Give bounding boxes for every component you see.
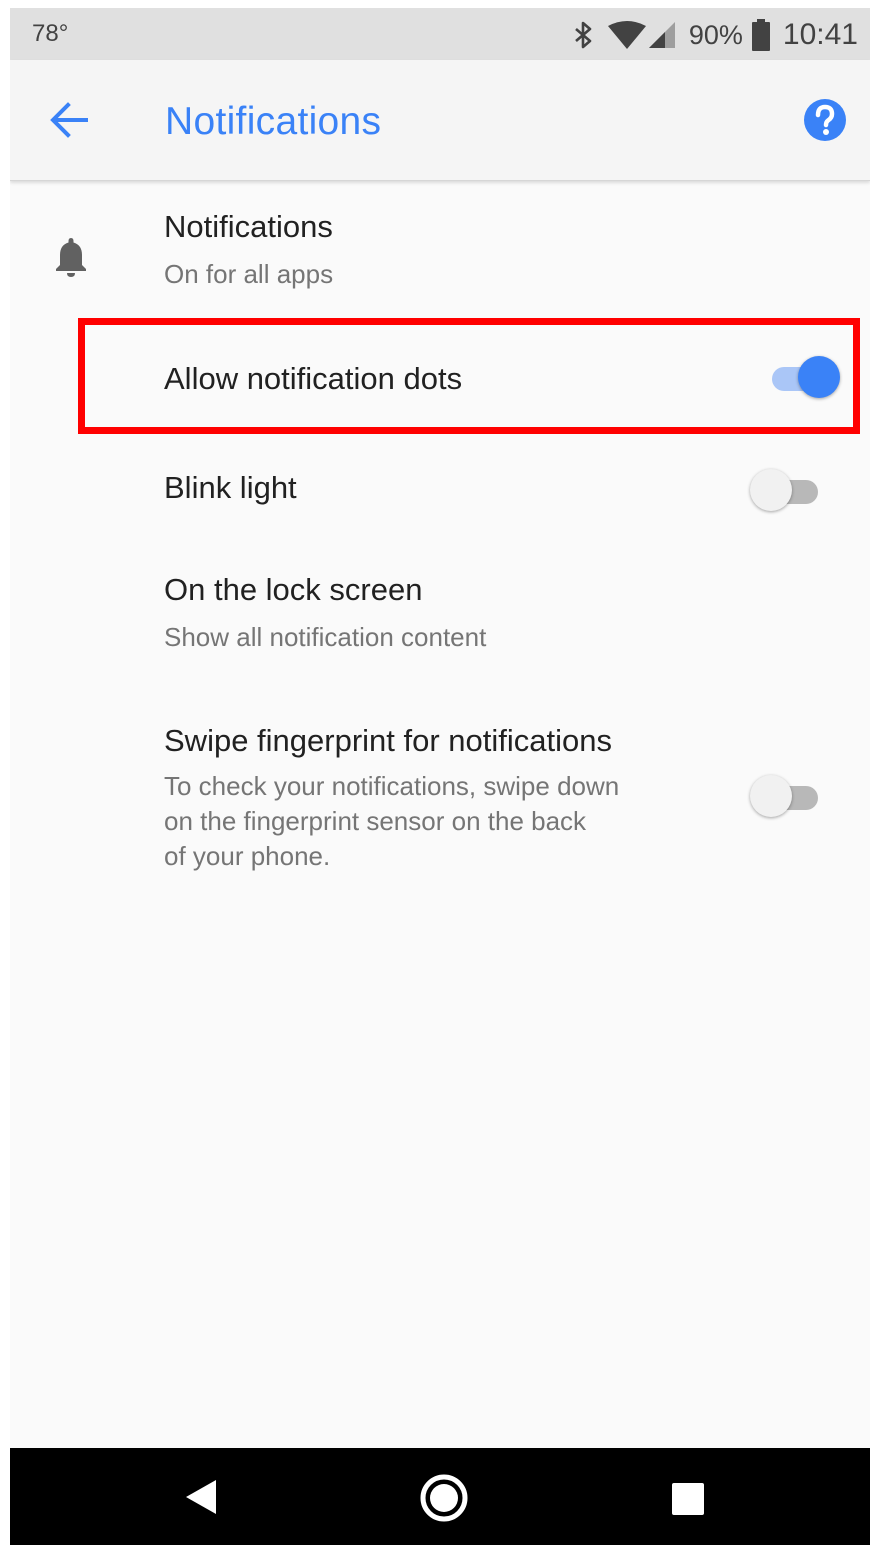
- fingerprint-row[interactable]: Swipe fingerprint for notifications To c…: [10, 701, 870, 881]
- phone-screen: 78° 90% 10:41 Notifications Notification…: [10, 8, 870, 1545]
- cellular-signal-icon: [648, 22, 675, 48]
- highlight-box: [78, 318, 860, 434]
- battery-percent: 90%: [688, 19, 743, 50]
- battery-icon: [751, 19, 770, 51]
- blink-light-title: Blink light: [164, 470, 297, 505]
- status-icons: 90% 10:41: [573, 17, 858, 53]
- lock-screen-subtitle: Show all notification content: [164, 622, 487, 652]
- back-button[interactable]: [40, 90, 100, 150]
- status-temperature: 78°: [32, 20, 69, 47]
- fingerprint-title: Swipe fingerprint for notifications: [164, 723, 613, 758]
- toggle-thumb: [750, 469, 792, 511]
- notifications-row[interactable]: Notifications On for all apps: [10, 181, 870, 306]
- help-icon: [804, 99, 846, 141]
- help-button[interactable]: [801, 96, 849, 144]
- arrow-back-icon: [50, 102, 88, 138]
- nav-home-icon[interactable]: [418, 1472, 470, 1524]
- fingerprint-subtitle-line: To check your notifications, swipe down: [164, 771, 620, 801]
- status-bar: 78° 90% 10:41: [10, 8, 870, 60]
- lock-screen-title: On the lock screen: [164, 572, 423, 607]
- fingerprint-toggle[interactable]: [750, 774, 824, 818]
- fingerprint-subtitle: To check your notifications, swipe down …: [164, 769, 724, 874]
- bluetooth-icon: [575, 21, 592, 49]
- bell-icon: [56, 238, 86, 277]
- navigation-bar: [10, 1448, 870, 1545]
- app-bar: Notifications: [10, 60, 870, 181]
- notifications-subtitle: On for all apps: [164, 259, 334, 289]
- status-time: 10:41: [782, 18, 858, 51]
- page-title: Notifications: [165, 100, 382, 143]
- toggle-thumb: [750, 775, 792, 817]
- lock-screen-row[interactable]: On the lock screen Show all notification…: [10, 544, 870, 674]
- fingerprint-subtitle-line: of your phone.: [164, 841, 331, 871]
- fingerprint-subtitle-line: on the fingerprint sensor on the back: [164, 806, 587, 836]
- blink-light-toggle[interactable]: [750, 468, 824, 512]
- notifications-title: Notifications: [164, 209, 333, 244]
- blink-light-row[interactable]: Blink light: [10, 444, 870, 544]
- nav-back-icon[interactable]: [182, 1478, 218, 1516]
- nav-recents-icon[interactable]: [671, 1482, 705, 1516]
- wifi-icon: [607, 21, 646, 49]
